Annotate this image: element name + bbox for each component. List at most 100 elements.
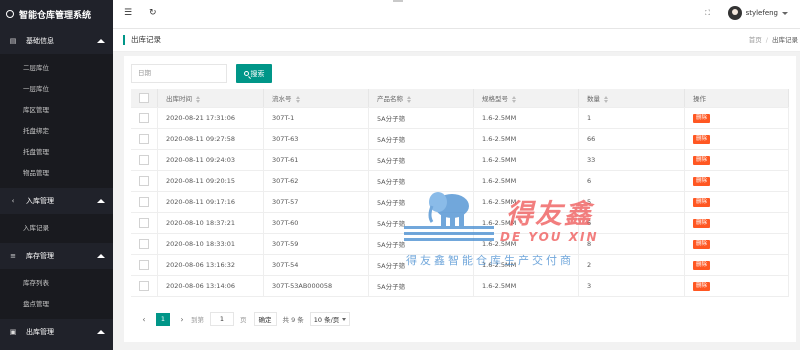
delete-button[interactable]: 删除 bbox=[693, 156, 711, 165]
sidebar-group-label: 出库管理 bbox=[26, 328, 54, 336]
breadcrumb-home[interactable]: 首页 bbox=[749, 36, 762, 44]
menu-toggle-icon[interactable]: ☰ bbox=[124, 8, 132, 18]
cell-action: 删除 bbox=[684, 233, 789, 255]
select-all-cell bbox=[131, 89, 158, 108]
delete-button[interactable]: 删除 bbox=[693, 282, 711, 291]
table-row: 2020-08-06 13:14:06 307T-53AB000058 5A分子筛 1… bbox=[131, 275, 789, 297]
sidebar-item[interactable]: 二层库位 bbox=[0, 58, 113, 79]
delete-button[interactable]: 删除 bbox=[693, 261, 711, 270]
cell-serial: 307T-57 bbox=[263, 191, 369, 213]
col-label: 产品名称 bbox=[377, 95, 403, 103]
refresh-icon[interactable]: ↻ bbox=[149, 8, 157, 18]
sidebar-item[interactable]: 库区管理 bbox=[0, 100, 113, 121]
next-page-icon[interactable]: › bbox=[176, 315, 188, 324]
cell-action: 删除 bbox=[684, 191, 789, 213]
sidebar-item[interactable]: 托盘绑定 bbox=[0, 121, 113, 142]
cell-qty: 33 bbox=[578, 149, 685, 171]
cell-time: 2020-08-11 09:17:16 bbox=[157, 191, 264, 213]
cell-product: 5A分子筛 bbox=[368, 191, 474, 213]
row-select-cell bbox=[131, 212, 158, 234]
row-checkbox[interactable] bbox=[139, 176, 149, 186]
delete-button[interactable]: 删除 bbox=[693, 219, 711, 228]
sidebar-item[interactable]: 物品管理 bbox=[0, 163, 113, 184]
col-header-spec[interactable]: 规格型号 bbox=[473, 89, 579, 108]
col-header-qty[interactable]: 数量 bbox=[578, 89, 685, 108]
cell-qty: 6 bbox=[578, 170, 685, 192]
cell-action: 删除 bbox=[684, 149, 789, 171]
col-header-product[interactable]: 产品名称 bbox=[368, 89, 474, 108]
cell-time: 2020-08-06 13:14:06 bbox=[157, 275, 264, 297]
table-row: 2020-08-11 09:17:16 307T-57 5A分子筛 1.6-2.5MM… bbox=[131, 191, 789, 213]
chevron-down-icon bbox=[782, 11, 788, 15]
prev-page-icon[interactable]: ‹ bbox=[138, 315, 150, 324]
fullscreen-icon[interactable]: ⛶ bbox=[705, 9, 710, 18]
row-checkbox[interactable] bbox=[139, 155, 149, 165]
chevron-left-icon: ‹ bbox=[11, 197, 15, 205]
row-select-cell bbox=[131, 149, 158, 171]
col-label: 规格型号 bbox=[482, 95, 508, 103]
cell-product: 5A分子筛 bbox=[368, 254, 474, 276]
delete-button[interactable]: 删除 bbox=[693, 240, 711, 249]
col-label: 数量 bbox=[587, 95, 600, 103]
sidebar-item[interactable]: 一层库位 bbox=[0, 79, 113, 100]
cell-spec: 1.6-2.5MM bbox=[473, 212, 579, 234]
sidebar-group-3[interactable]: ▣ 出库管理 bbox=[0, 319, 113, 345]
row-checkbox[interactable] bbox=[139, 134, 149, 144]
breadcrumb-separator: / bbox=[765, 36, 768, 44]
cell-serial: 307T-59 bbox=[263, 233, 369, 255]
cell-time: 2020-08-10 18:37:21 bbox=[157, 212, 264, 234]
date-search-input[interactable]: 日期 bbox=[131, 64, 227, 83]
row-checkbox[interactable] bbox=[139, 113, 149, 123]
table-row: 2020-08-11 09:24:03 307T-61 5A分子筛 1.6-2.5MM… bbox=[131, 149, 789, 171]
cell-qty: 66 bbox=[578, 128, 685, 150]
search-button[interactable]: 搜索 bbox=[236, 64, 272, 83]
goto-page-input[interactable]: 1 bbox=[210, 312, 234, 326]
col-header-time[interactable]: 出库时间 bbox=[157, 89, 264, 108]
sidebar-item[interactable]: 盘点管理 bbox=[0, 294, 113, 315]
sidebar-group-1[interactable]: ‹ 入库管理 bbox=[0, 188, 113, 214]
page-size-select[interactable]: 10 条/页 bbox=[309, 312, 351, 326]
row-checkbox[interactable] bbox=[139, 281, 149, 291]
cell-product: 5A分子筛 bbox=[368, 233, 474, 255]
sort-icon[interactable] bbox=[295, 95, 301, 103]
main-panel: 日期 搜索 出库时间 流水号 产品名称 规格型号 数量 操作 2020-08-2… bbox=[124, 56, 796, 342]
row-checkbox[interactable] bbox=[139, 218, 149, 228]
sidebar-group-0[interactable]: ▤ 基础信息 bbox=[0, 28, 113, 54]
sort-icon[interactable] bbox=[196, 95, 201, 103]
sidebar-item[interactable]: 托盘管理 bbox=[0, 142, 113, 163]
cell-qty: 5 bbox=[578, 191, 685, 213]
select-all-checkbox[interactable] bbox=[139, 93, 149, 103]
list-icon: ≡ bbox=[10, 252, 16, 260]
cell-action: 删除 bbox=[684, 128, 789, 150]
cell-time: 2020-08-06 13:16:32 bbox=[157, 254, 264, 276]
delete-button[interactable]: 删除 bbox=[693, 177, 711, 186]
row-checkbox[interactable] bbox=[139, 260, 149, 270]
user-menu[interactable]: stylefeng bbox=[727, 6, 788, 20]
delete-button[interactable]: 删除 bbox=[693, 135, 711, 144]
page-current[interactable]: 1 bbox=[156, 312, 170, 326]
cell-action: 删除 bbox=[684, 212, 789, 234]
delete-button[interactable]: 删除 bbox=[693, 198, 711, 207]
sidebar-group-2[interactable]: ≡ 库存管理 bbox=[0, 243, 113, 269]
cell-time: 2020-08-11 09:27:58 bbox=[157, 128, 264, 150]
col-header-serial[interactable]: 流水号 bbox=[263, 89, 369, 108]
sidebar-item[interactable]: 入库记录 bbox=[0, 218, 113, 239]
row-checkbox[interactable] bbox=[139, 197, 149, 207]
cell-time: 2020-08-21 17:31:06 bbox=[157, 107, 264, 129]
search-button-label: 搜索 bbox=[250, 69, 265, 78]
delete-button[interactable]: 删除 bbox=[693, 114, 711, 123]
breadcrumb-current: 出库记录 bbox=[772, 36, 798, 44]
row-checkbox[interactable] bbox=[139, 239, 149, 249]
table-row: 2020-08-11 09:20:15 307T-62 5A分子筛 1.6-2.5MM… bbox=[131, 170, 789, 192]
goto-confirm-button[interactable]: 确定 bbox=[253, 312, 277, 326]
sort-icon[interactable] bbox=[512, 95, 517, 103]
cell-time: 2020-08-11 09:20:15 bbox=[157, 170, 264, 192]
sidebar-group-label: 库存管理 bbox=[26, 252, 54, 260]
goto-label: 到第 bbox=[191, 316, 204, 324]
sort-icon[interactable] bbox=[407, 95, 412, 103]
folder-icon: ▣ bbox=[9, 328, 17, 336]
sidebar-item[interactable]: 库存列表 bbox=[0, 273, 113, 294]
user-name: stylefeng bbox=[745, 9, 778, 17]
sort-icon[interactable] bbox=[604, 95, 609, 103]
app-logo[interactable]: 智能仓库管理系统 bbox=[0, 0, 113, 28]
